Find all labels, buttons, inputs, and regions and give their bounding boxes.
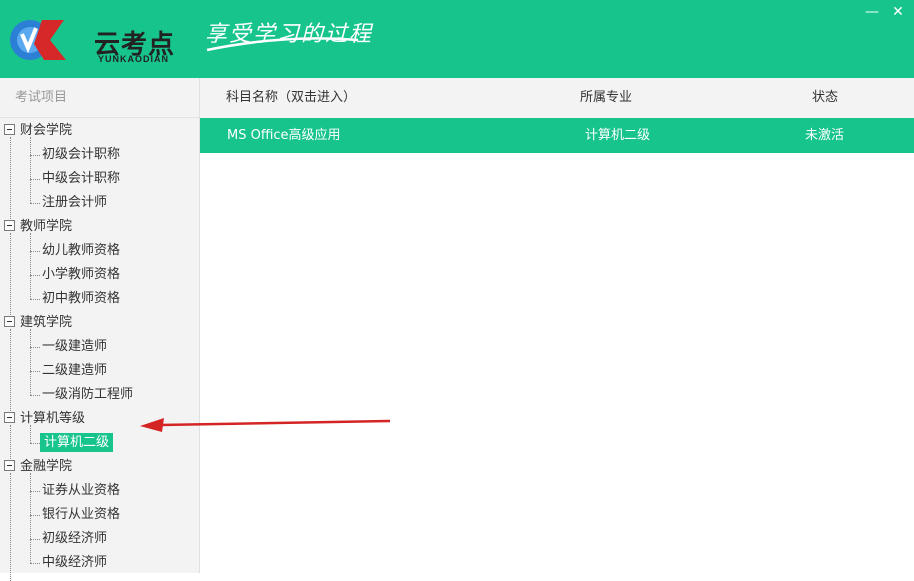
tree-connector bbox=[30, 491, 40, 492]
tree-connector bbox=[30, 203, 40, 204]
tree-connector bbox=[30, 443, 40, 444]
tree-connector bbox=[30, 233, 31, 299]
tree-item[interactable]: 初级经济师 bbox=[42, 527, 107, 551]
close-button[interactable]: ✕ bbox=[888, 2, 908, 22]
tree-item[interactable]: 中级经济师 bbox=[42, 551, 107, 575]
tree-item-label: 中级会计职称 bbox=[42, 171, 121, 186]
annotation-arrow-icon bbox=[140, 418, 391, 432]
collapse-icon[interactable] bbox=[4, 460, 15, 471]
tree-item[interactable]: 初中教师资格 bbox=[42, 287, 120, 311]
column-header-name[interactable]: 科目名称（双击进入） bbox=[226, 78, 356, 118]
tree-connector bbox=[10, 137, 11, 221]
tree-group-label: 建筑学院 bbox=[20, 315, 73, 330]
tree-connector bbox=[30, 275, 40, 276]
minimize-button[interactable]: — bbox=[862, 2, 882, 22]
tree-item[interactable]: 银行从业资格 bbox=[42, 503, 120, 527]
collapse-icon[interactable] bbox=[4, 220, 15, 231]
cell-major: 计算机二级 bbox=[585, 128, 651, 143]
column-header-major[interactable]: 所属专业 bbox=[580, 78, 632, 118]
tree-item-label: 一级建造师 bbox=[42, 339, 108, 354]
tree-connector bbox=[10, 233, 11, 317]
title-bar: 云考点 YUNKAODIAN 享受学习的过程 — ✕ bbox=[0, 0, 914, 78]
tree-connector bbox=[30, 563, 40, 564]
tree-item-label: 初级会计职称 bbox=[42, 147, 121, 162]
tree-item[interactable]: 中级会计职称 bbox=[42, 167, 120, 191]
tree-connector bbox=[30, 179, 40, 180]
collapse-icon[interactable] bbox=[4, 412, 15, 423]
tree-item-label: 初级经济师 bbox=[42, 531, 108, 546]
tree-connector bbox=[30, 329, 31, 395]
tree-connector bbox=[30, 137, 31, 203]
swoosh-decoration-icon bbox=[206, 37, 359, 52]
tree-connector bbox=[30, 299, 40, 300]
tree-connector bbox=[30, 395, 40, 396]
tree-connector bbox=[30, 371, 40, 372]
tree-group[interactable]: 教师学院 bbox=[4, 215, 72, 239]
cell-status: 未激活 bbox=[805, 128, 845, 143]
tree-item[interactable]: 一级消防工程师 bbox=[42, 383, 133, 407]
tree-connector bbox=[30, 155, 40, 156]
tree-group[interactable]: 金融学院 bbox=[4, 455, 72, 479]
tree-group-label: 财会学院 bbox=[20, 123, 73, 138]
tree-connector bbox=[30, 251, 40, 252]
subject-table: 科目名称（双击进入） 所属专业 状态 MS Office高级应用 计算机二级 未… bbox=[200, 78, 914, 573]
tree-item-label: 证券从业资格 bbox=[42, 483, 121, 498]
tree-item-label: 计算机二级 bbox=[40, 433, 114, 452]
exam-sidebar: 考试项目 财会学院初级会计职称 中级会计职称 注册会计师教师学院幼儿教师资格 小学教师… bbox=[0, 78, 200, 581]
sidebar-title: 考试项目 bbox=[0, 78, 199, 118]
tree-connector bbox=[30, 347, 40, 348]
logo-subtext: YUNKAODIAN bbox=[98, 54, 170, 64]
tree-item-label: 银行从业资格 bbox=[42, 507, 121, 522]
tree-item[interactable]: 一级建造师 bbox=[42, 335, 107, 359]
column-header-status[interactable]: 状态 bbox=[812, 78, 838, 118]
collapse-icon[interactable] bbox=[4, 124, 15, 135]
tree-item[interactable]: 幼儿教师资格 bbox=[42, 239, 120, 263]
tree-connector bbox=[30, 515, 40, 516]
tree-item-label: 中级经济师 bbox=[42, 555, 108, 570]
table-row[interactable]: MS Office高级应用 计算机二级 未激活 bbox=[200, 118, 914, 153]
tree-item-label: 二级建造师 bbox=[42, 363, 108, 378]
tree-connector bbox=[30, 473, 31, 563]
tree-group-label: 教师学院 bbox=[20, 219, 73, 234]
tree-item-label: 初中教师资格 bbox=[42, 291, 121, 306]
tree-item[interactable]: 注册会计师 bbox=[42, 191, 107, 215]
tree-group[interactable]: 计算机等级 bbox=[4, 407, 85, 431]
tree-connector bbox=[10, 329, 11, 413]
cell-subject-name: MS Office高级应用 bbox=[227, 128, 341, 143]
tree-item-label: 注册会计师 bbox=[42, 195, 108, 210]
tree-connector bbox=[30, 425, 31, 443]
tree-item[interactable]: 小学教师资格 bbox=[42, 263, 120, 287]
app-logo: 云考点 YUNKAODIAN bbox=[6, 10, 196, 70]
tree-item[interactable]: 二级建造师 bbox=[42, 359, 107, 383]
table-header: 科目名称（双击进入） 所属专业 状态 bbox=[200, 78, 914, 118]
tree-group-label: 金融学院 bbox=[20, 459, 73, 474]
tree-group[interactable]: 财会学院 bbox=[4, 119, 72, 143]
tree-item[interactable]: 计算机二级 bbox=[40, 431, 114, 455]
tree-connector bbox=[30, 539, 40, 540]
tree-item[interactable]: 初级会计职称 bbox=[42, 143, 120, 167]
tree-group[interactable]: 建筑学院 bbox=[4, 311, 72, 335]
tree-item-label: 幼儿教师资格 bbox=[42, 243, 121, 258]
tree-item-label: 小学教师资格 bbox=[42, 267, 121, 282]
logo-mark-icon bbox=[10, 20, 66, 60]
tree-item[interactable]: 证券从业资格 bbox=[42, 479, 120, 503]
tree-connector bbox=[10, 473, 11, 581]
tree-group-label: 计算机等级 bbox=[20, 411, 86, 426]
tree-item-label: 一级消防工程师 bbox=[42, 387, 134, 402]
collapse-icon[interactable] bbox=[4, 316, 15, 327]
